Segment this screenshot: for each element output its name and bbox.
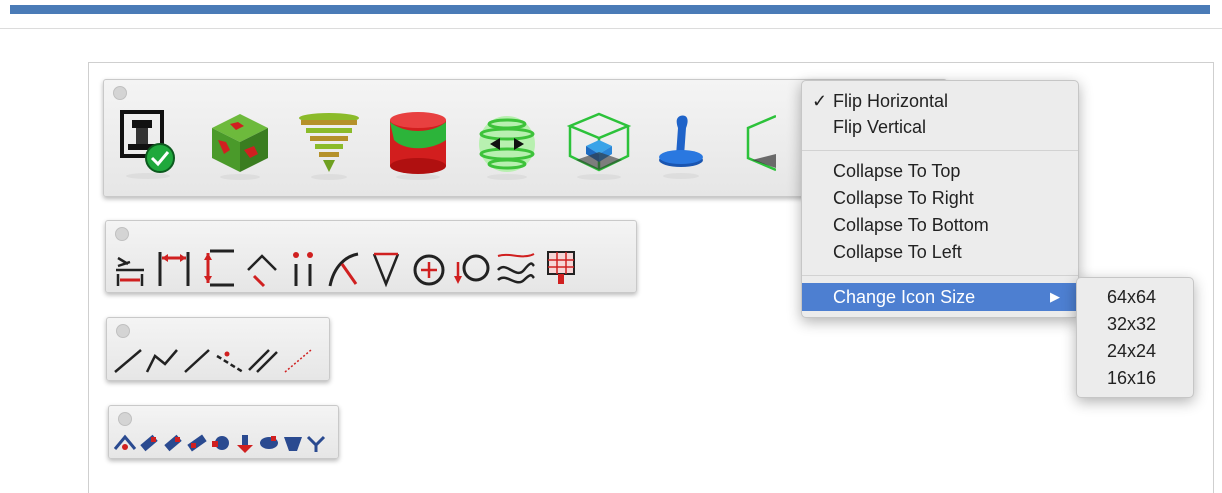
tool-2-icon[interactable] <box>137 433 161 453</box>
submenu-item-64[interactable]: 64x64 <box>1107 284 1156 310</box>
toolbar-close-button[interactable] <box>113 86 127 100</box>
menu-item-collapse-bottom[interactable]: Collapse To Bottom <box>802 212 1078 238</box>
main-toolbar-icons <box>118 110 776 180</box>
cube-partial-icon[interactable] <box>746 110 776 180</box>
polyline-icon[interactable] <box>145 344 181 376</box>
submenu-item-32[interactable]: 32x32 <box>1107 311 1156 337</box>
menu-item-collapse-left[interactable]: Collapse To Left <box>802 239 1078 265</box>
menu-separator <box>802 150 1078 151</box>
tool-7-icon[interactable] <box>257 433 281 453</box>
circle-dimension-icon[interactable] <box>410 248 448 288</box>
menu-item-label: Flip Horizontal <box>833 91 949 111</box>
toolbar-close-button[interactable] <box>116 324 130 338</box>
submenu-arrow-icon: ▶ <box>1050 289 1060 304</box>
horizontal-dimension-icon[interactable] <box>156 248 192 288</box>
menu-item-change-icon-size[interactable]: Change Icon Size ▶ <box>802 283 1078 311</box>
menu-item-collapse-right[interactable]: Collapse To Right <box>802 185 1078 211</box>
top-divider <box>0 28 1222 29</box>
submenu-item-24[interactable]: 24x24 <box>1107 338 1156 364</box>
tool-6-icon[interactable] <box>233 433 257 453</box>
sphere-arrows-icon[interactable] <box>476 110 538 180</box>
toolbar-context-menu: ✓ Flip Horizontal Flip Vertical Collapse… <box>801 80 1079 318</box>
radius-dimension-icon[interactable] <box>454 248 490 288</box>
double-line-icon[interactable] <box>247 344 281 376</box>
tool-5-icon[interactable] <box>209 433 233 453</box>
dimension-toolbar <box>105 220 637 293</box>
menu-separator <box>802 275 1078 276</box>
wireframe-cube-icon[interactable] <box>566 110 632 180</box>
small-tool-toolbar <box>108 405 339 459</box>
tool-4-icon[interactable] <box>185 433 209 453</box>
tool-3-icon[interactable] <box>161 433 185 453</box>
slash-line-icon[interactable] <box>181 344 213 376</box>
tool-1-icon[interactable] <box>113 433 137 453</box>
checkmark-icon: ✓ <box>812 91 828 111</box>
menu-item-collapse-top[interactable]: Collapse To Top <box>802 158 1078 184</box>
cylinder-icon[interactable] <box>386 110 450 180</box>
tool-9-icon[interactable] <box>305 433 327 453</box>
printer-check-icon[interactable] <box>118 110 178 180</box>
menu-item-label: Collapse To Right <box>833 188 974 208</box>
line-toolbar-icons <box>111 344 315 376</box>
grid-dimension-icon[interactable] <box>544 248 578 288</box>
angle-dimension-icon[interactable] <box>244 248 280 288</box>
wave-dimension-icon[interactable] <box>496 248 536 288</box>
submenu-item-16[interactable]: 16x16 <box>1107 365 1156 391</box>
line-icon[interactable] <box>111 344 145 376</box>
icon-size-submenu: 64x64 32x32 24x24 16x16 <box>1076 277 1194 398</box>
triangle-dimension-icon[interactable] <box>370 248 402 288</box>
small-tool-icons <box>113 433 327 453</box>
tool-8-icon[interactable] <box>281 433 305 453</box>
textured-cube-icon[interactable] <box>208 110 272 180</box>
menu-item-flip-horizontal[interactable]: ✓ Flip Horizontal <box>802 88 1078 114</box>
menu-item-flip-vertical[interactable]: Flip Vertical <box>802 114 1078 140</box>
menu-item-label: Collapse To Top <box>833 161 961 181</box>
toolbar-close-button[interactable] <box>118 412 132 426</box>
dashed-line-icon[interactable] <box>213 344 247 376</box>
dimension-toolbar-icons <box>112 248 578 288</box>
vertical-dimension-icon[interactable] <box>200 248 236 288</box>
toolbar-close-button[interactable] <box>115 227 129 241</box>
cone-layers-icon[interactable] <box>294 110 364 180</box>
menu-item-label: Collapse To Bottom <box>833 215 989 235</box>
top-accent-bar <box>10 5 1210 14</box>
arc-dimension-icon[interactable] <box>326 248 362 288</box>
menu-item-label: Change Icon Size <box>833 287 976 307</box>
menu-item-label: Collapse To Left <box>833 242 962 262</box>
blue-post-icon[interactable] <box>656 110 708 180</box>
point-dimension-icon[interactable] <box>288 248 318 288</box>
menu-item-label: Flip Vertical <box>833 117 927 137</box>
line-toolbar <box>106 317 330 381</box>
dotted-line-icon[interactable] <box>281 344 315 376</box>
base-dimension-icon[interactable] <box>112 248 148 288</box>
